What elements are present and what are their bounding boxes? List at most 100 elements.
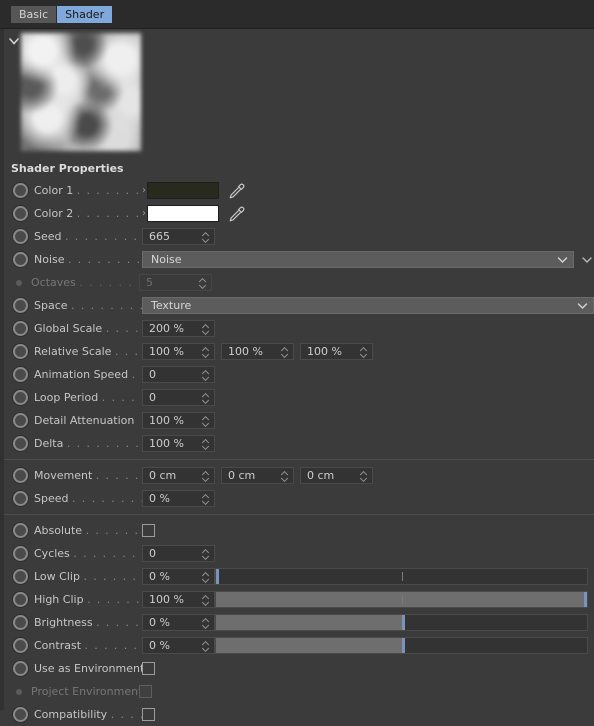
number-value: 0 — [149, 547, 156, 560]
number-value: 0 % — [149, 570, 170, 583]
slider-handle[interactable] — [401, 638, 405, 653]
label-leader-dots: . . . . . . . . — [76, 184, 142, 197]
spinner-icon[interactable] — [201, 548, 210, 561]
property-label: Project Environment — [31, 685, 139, 698]
property-row-high-clip: High Clip . . . . . . . . 100 % — [4, 588, 594, 611]
slider-handle[interactable] — [401, 615, 405, 630]
spinner-icon[interactable] — [359, 346, 368, 359]
property-row-speed: Speed . . . . . . . . . . 0 % — [4, 487, 594, 510]
spinner-icon[interactable] — [280, 346, 289, 359]
number-field[interactable]: 200 % — [142, 320, 215, 337]
number-field[interactable]: 0 — [142, 545, 215, 562]
tab-basic[interactable]: Basic — [11, 5, 57, 23]
number-field[interactable]: 100 % — [142, 591, 215, 608]
keyframe-ring-icon[interactable] — [13, 491, 28, 506]
spinner-icon[interactable] — [359, 470, 368, 483]
spinner-icon[interactable] — [201, 323, 210, 336]
keyframe-ring-icon[interactable] — [13, 436, 28, 451]
noise-preview-thumbnail[interactable] — [21, 33, 141, 151]
eyedropper-icon[interactable] — [227, 205, 245, 223]
keyframe-ring-icon[interactable] — [13, 468, 28, 483]
slider-track[interactable] — [215, 614, 588, 631]
spinner-icon[interactable] — [201, 617, 210, 630]
spinner-icon[interactable] — [198, 277, 207, 290]
checkbox[interactable] — [142, 662, 155, 675]
spinner-icon[interactable] — [280, 470, 289, 483]
slider-handle[interactable] — [216, 569, 219, 584]
property-row-detail-attenuation: Detail Attenuation 100 % — [4, 409, 594, 432]
number-field[interactable]: 100 % — [221, 343, 294, 360]
checkbox[interactable] — [142, 524, 155, 537]
number-field[interactable]: 0 — [142, 389, 215, 406]
spinner-icon[interactable] — [201, 231, 210, 244]
number-field[interactable]: 100 % — [142, 412, 215, 429]
number-field[interactable]: 665 — [142, 228, 215, 245]
tab-shader[interactable]: Shader — [57, 5, 113, 23]
color-swatch[interactable] — [147, 182, 219, 199]
slider-track[interactable] — [215, 637, 588, 654]
expand-arrow-icon[interactable]: › — [142, 208, 146, 219]
slider-handle[interactable] — [584, 592, 587, 607]
keyframe-ring-icon[interactable] — [13, 523, 28, 538]
spinner-icon[interactable] — [201, 493, 210, 506]
number-field[interactable]: 100 % — [142, 343, 215, 360]
chevron-down-icon[interactable] — [8, 35, 20, 47]
keyframe-ring-icon[interactable] — [13, 183, 28, 198]
property-label-text: Detail Attenuation — [34, 414, 135, 427]
slider-track[interactable] — [215, 568, 588, 585]
dropdown-menu-chevron-icon[interactable] — [580, 254, 594, 266]
dropdown-select[interactable]: Noise — [142, 251, 574, 268]
keyframe-ring-icon[interactable] — [13, 344, 28, 359]
property-label: Speed . . . . . . . . . . — [34, 492, 142, 505]
number-field[interactable]: 100 % — [142, 435, 215, 452]
spinner-icon[interactable] — [201, 369, 210, 382]
spinner-icon[interactable] — [201, 470, 210, 483]
spinner-icon[interactable] — [201, 415, 210, 428]
number-field[interactable]: 0 — [142, 366, 215, 383]
keyframe-ring-icon[interactable] — [13, 367, 28, 382]
keyframe-ring-icon[interactable] — [13, 229, 28, 244]
keyframe-ring-icon[interactable] — [13, 546, 28, 561]
spinner-icon[interactable] — [201, 438, 210, 451]
property-row-loop-period: Loop Period . . . . . 0 — [4, 386, 594, 409]
number-field[interactable]: 0 % — [142, 490, 215, 507]
keyframe-ring-icon[interactable] — [13, 615, 28, 630]
slider-track[interactable] — [215, 591, 588, 608]
chevron-down-icon[interactable] — [557, 255, 568, 265]
expand-arrow-icon[interactable]: › — [142, 185, 146, 196]
spinner-icon[interactable] — [201, 571, 210, 584]
property-label: Relative Scale . . . . — [34, 345, 142, 358]
keyframe-ring-icon[interactable] — [13, 592, 28, 607]
spinner-icon[interactable] — [201, 640, 210, 653]
keyframe-ring-icon[interactable] — [13, 413, 28, 428]
number-field[interactable]: 0 cm — [142, 467, 215, 484]
property-label-text: Global Scale — [34, 322, 103, 335]
keyframe-ring-icon[interactable] — [13, 638, 28, 653]
keyframe-ring-icon[interactable] — [13, 707, 28, 722]
chevron-down-icon[interactable] — [577, 301, 588, 311]
keyframe-ring-icon[interactable] — [13, 206, 28, 221]
property-label-text: Octaves — [31, 276, 76, 289]
number-field[interactable]: 0 cm — [221, 467, 294, 484]
spinner-icon[interactable] — [201, 392, 210, 405]
eyedropper-icon[interactable] — [227, 182, 245, 200]
number-field: 5 — [139, 274, 212, 291]
property-label: Animation Speed . . — [34, 368, 142, 381]
property-label-text: Absolute — [34, 524, 83, 537]
number-field[interactable]: 0 % — [142, 637, 215, 654]
keyframe-ring-icon[interactable] — [13, 661, 28, 676]
spinner-icon[interactable] — [201, 346, 210, 359]
keyframe-ring-icon[interactable] — [13, 298, 28, 313]
property-label-text: Seed — [34, 230, 62, 243]
spinner-icon[interactable] — [201, 594, 210, 607]
keyframe-ring-icon[interactable] — [13, 569, 28, 584]
keyframe-ring-icon[interactable] — [13, 390, 28, 405]
number-field[interactable]: 0 % — [142, 568, 215, 585]
number-field[interactable]: 100 % — [300, 343, 373, 360]
keyframe-ring-icon[interactable] — [13, 321, 28, 336]
keyframe-ring-icon[interactable] — [13, 252, 28, 267]
number-field[interactable]: 0 cm — [300, 467, 373, 484]
dropdown-select[interactable]: Texture — [142, 297, 594, 314]
number-field[interactable]: 0 % — [142, 614, 215, 631]
color-swatch[interactable] — [147, 205, 219, 222]
